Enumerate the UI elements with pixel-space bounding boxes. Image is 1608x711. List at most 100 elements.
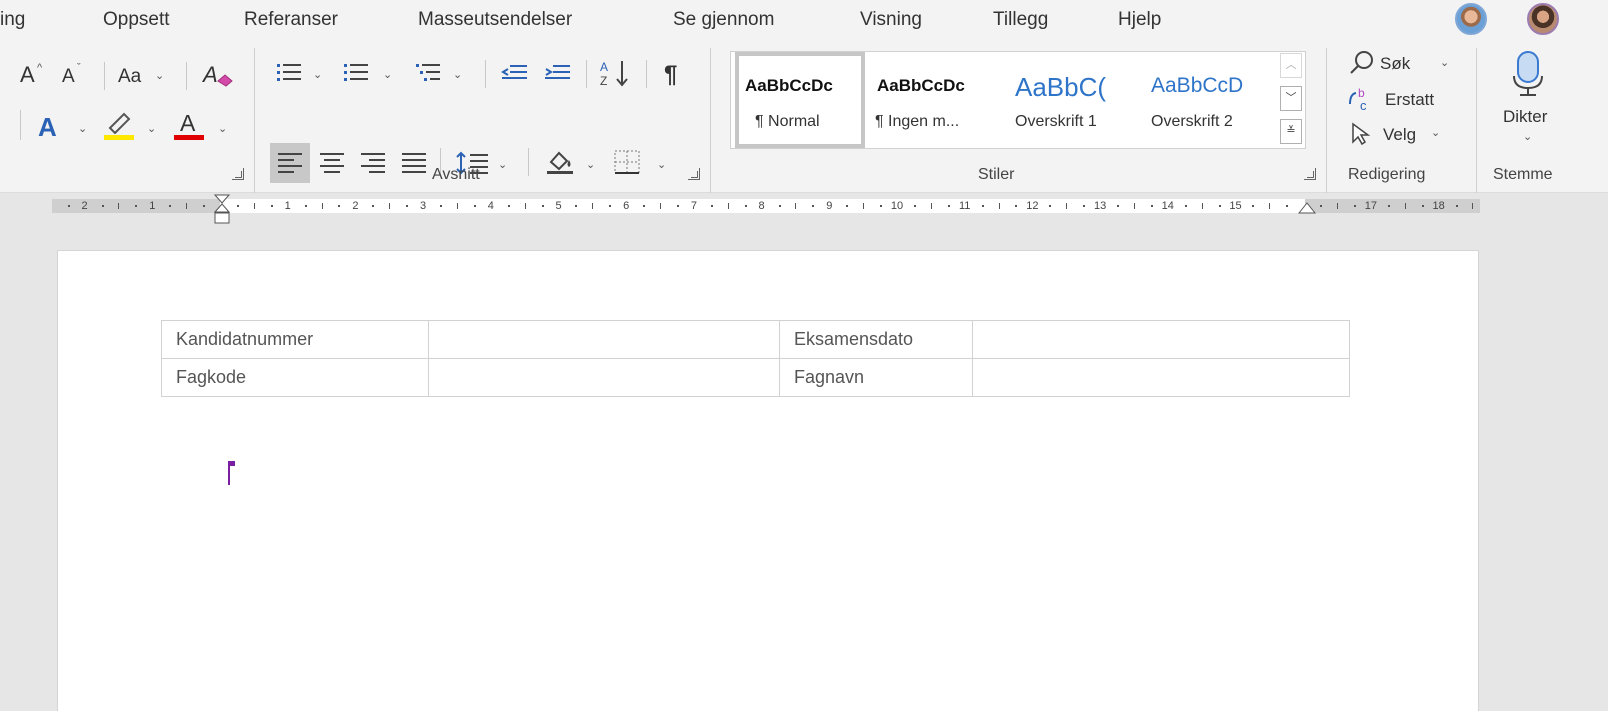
divider (186, 62, 187, 90)
more-styles-icon[interactable]: ≚ (1280, 119, 1302, 144)
user-avatar[interactable] (1527, 3, 1559, 35)
table-cell-label[interactable]: Fagnavn (779, 358, 973, 397)
ruler-number: 5 (555, 200, 562, 212)
tab-hjelp[interactable]: Hjelp (1118, 9, 1161, 31)
ruler-mark (812, 205, 815, 207)
justify-icon[interactable] (402, 153, 426, 173)
chevron-down-icon[interactable]: ⌄ (453, 68, 462, 81)
ruler-mark (1083, 205, 1086, 207)
text-effects-button[interactable]: A (38, 114, 57, 140)
grow-font-button[interactable]: A (20, 64, 35, 86)
shrink-font-button[interactable]: A (62, 67, 75, 86)
tab-referanser[interactable]: Referanser (244, 9, 338, 31)
chevron-down-icon[interactable]: ⌄ (78, 122, 87, 135)
chevron-down-icon[interactable]: ⌄ (383, 68, 392, 81)
paragraph-group-label: Avsnitt (432, 166, 480, 183)
group-divider (1326, 48, 1327, 193)
ruler-mark (389, 203, 391, 209)
table-cell-label[interactable]: Kandidatnummer (161, 320, 429, 359)
chevron-down-icon[interactable]: ⌄ (1440, 56, 1449, 69)
dictate-button[interactable]: Dikter (1503, 108, 1547, 125)
table-cell-label[interactable]: Eksamensdato (779, 320, 973, 359)
style-normal[interactable]: AaBbCcDc ¶ Normal (735, 52, 865, 148)
ruler-mark (507, 205, 510, 207)
divider (20, 110, 21, 140)
change-case-button[interactable]: Aa (118, 67, 141, 86)
horizontal-ruler[interactable]: 2 1 1 2 3 4 5 6 7 8 9 10 11 12 13 14 15 17 18 (52, 199, 1480, 213)
chevron-down-icon[interactable]: ⌄ (1431, 126, 1440, 139)
paragraph-dialog-launcher-icon[interactable] (688, 168, 700, 180)
find-button[interactable]: Søk (1380, 55, 1410, 72)
font-color-button[interactable]: A (180, 112, 195, 135)
menu-bar: ing Oppsett Referanser Masseutsendelser … (0, 0, 1608, 38)
style-heading-2[interactable]: AaBbCcD Overskrift 2 (1145, 52, 1277, 148)
ruler-mark (524, 203, 526, 209)
ruler-mark (981, 205, 984, 207)
select-button[interactable]: Velg (1383, 126, 1416, 143)
chevron-up-icon[interactable]: ︿ (1280, 53, 1302, 78)
chevron-down-icon[interactable]: ⌄ (657, 158, 666, 171)
chevron-down-icon[interactable]: ⌄ (155, 69, 164, 82)
ruler-mark (186, 203, 188, 209)
show-formatting-button[interactable]: ¶ (664, 63, 677, 87)
shading-icon[interactable] (545, 148, 577, 176)
chevron-down-icon[interactable]: ⌄ (147, 122, 156, 135)
document-page[interactable]: Kandidatnummer Eksamensdato Fagkode Fagn… (57, 250, 1479, 711)
tab-oppsett[interactable]: Oppsett (103, 9, 170, 31)
align-center-icon[interactable] (320, 153, 344, 173)
ruler-number: 8 (758, 200, 765, 212)
highlighter-icon[interactable] (104, 110, 134, 134)
microphone-icon[interactable] (1510, 50, 1546, 98)
chevron-down-icon[interactable]: ⌄ (498, 158, 507, 171)
tab-se-gjennom[interactable]: Se gjennom (673, 9, 774, 31)
tab-tillegg[interactable]: Tillegg (993, 9, 1048, 31)
borders-icon[interactable] (614, 150, 640, 174)
ruler-mark (1133, 203, 1135, 209)
align-right-icon[interactable] (361, 153, 385, 173)
table-cell-value[interactable] (428, 358, 780, 397)
ruler-mark (1472, 203, 1474, 209)
style-no-spacing[interactable]: AaBbCcDc ¶ Ingen m... (869, 52, 1005, 148)
coauthor-avatar[interactable] (1455, 3, 1487, 35)
indent-marker-icon[interactable] (212, 193, 232, 227)
ruler-mark (135, 205, 138, 207)
table-cell-value[interactable] (972, 320, 1350, 359)
replace-button[interactable]: Erstatt (1385, 91, 1434, 108)
ruler-number: 3 (420, 200, 427, 212)
ruler-mark (541, 205, 544, 207)
ruler-mark (321, 203, 323, 209)
chevron-down-icon[interactable]: ⌄ (218, 122, 227, 135)
tab-visning[interactable]: Visning (860, 9, 922, 31)
table-cell-value[interactable] (428, 320, 780, 359)
styles-dialog-launcher-icon[interactable] (1304, 168, 1316, 180)
font-dialog-launcher-icon[interactable] (232, 168, 244, 180)
ruler-mark (253, 203, 255, 209)
align-left-icon[interactable] (278, 153, 302, 173)
ruler-number: 11 (958, 200, 971, 212)
chevron-down-icon[interactable]: ⌄ (313, 68, 322, 81)
numbering-icon[interactable] (344, 62, 368, 82)
style-heading-1[interactable]: AaBbC( Overskrift 1 (1007, 52, 1143, 148)
ruler-number: 2 (352, 200, 359, 212)
table-cell-label[interactable]: Fagkode (161, 358, 429, 397)
font-color-bar (174, 135, 204, 140)
bullets-icon[interactable] (277, 62, 301, 82)
right-indent-marker-icon[interactable] (1297, 199, 1317, 215)
table-cell-value[interactable] (972, 358, 1350, 397)
editing-group-label: Redigering (1348, 166, 1426, 183)
ruler-number: 4 (487, 200, 494, 212)
chevron-down-icon[interactable]: ﹀ (1280, 86, 1302, 111)
increase-indent-icon[interactable] (543, 63, 571, 83)
multilevel-list-icon[interactable] (416, 62, 440, 82)
ruler-mark (930, 203, 932, 209)
sort-icon[interactable]: A Z (598, 58, 634, 88)
candidate-info-table[interactable]: Kandidatnummer Eksamensdato Fagkode Fagn… (161, 320, 1350, 397)
style-name: Overskrift 1 (1015, 113, 1097, 130)
chevron-down-icon[interactable]: ⌄ (1523, 130, 1532, 143)
decrease-indent-icon[interactable] (500, 63, 528, 83)
tab-start-partial[interactable]: ing (0, 9, 25, 31)
ruler-number: 15 (1229, 200, 1242, 212)
select-cursor-icon (1352, 122, 1371, 146)
chevron-down-icon[interactable]: ⌄ (586, 158, 595, 171)
tab-masseutsendelser[interactable]: Masseutsendelser (418, 9, 572, 31)
